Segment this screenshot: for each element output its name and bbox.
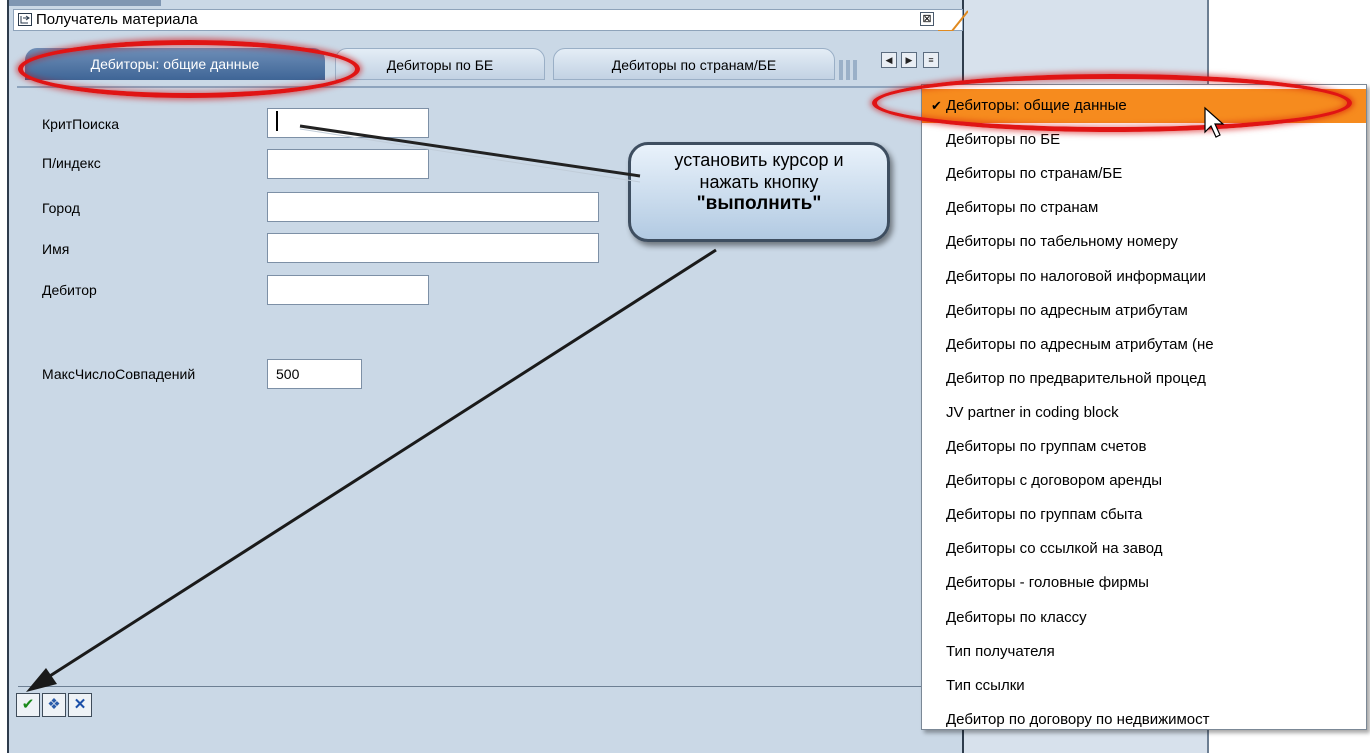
window-restore-icon xyxy=(18,13,32,26)
dropdown-item[interactable]: Дебиторы по группам счетов xyxy=(922,430,1366,464)
dropdown-item-label: Дебитор по предварительной процед xyxy=(946,369,1206,387)
execute-button[interactable]: ✔ xyxy=(16,693,40,717)
search-term-label: КритПоиска xyxy=(42,116,120,132)
dropdown-item[interactable]: Дебиторы с договором аренды xyxy=(922,464,1366,498)
tab-stub xyxy=(853,60,857,80)
dropdown-item[interactable]: Дебиторы по БЕ xyxy=(922,123,1366,157)
name-input[interactable] xyxy=(267,233,599,263)
dialog-titlebar: Получатель материала ⊠ xyxy=(13,9,968,31)
cancel-button[interactable]: ✕ xyxy=(68,693,92,717)
titlebar-corner xyxy=(938,10,968,31)
tab-debtors-by-country-company-code[interactable]: Дебиторы по странам/БЕ xyxy=(553,48,835,80)
tab-stub xyxy=(839,60,843,80)
dropdown-item[interactable]: Дебитор по договору по недвижимост xyxy=(922,703,1366,737)
name-label: Имя xyxy=(42,241,70,257)
dropdown-item-label: Дебиторы: общие данные xyxy=(946,97,1127,114)
tab-debtors-general[interactable]: Дебиторы: общие данные xyxy=(25,48,325,80)
dropdown-item[interactable]: Дебиторы по табельному номеру xyxy=(922,225,1366,259)
city-input[interactable] xyxy=(267,192,599,222)
dropdown-item-label: Дебиторы по странам xyxy=(946,199,1099,217)
dropdown-item[interactable]: Дебиторы по адресным атрибутам xyxy=(922,294,1366,328)
dropdown-item[interactable]: Дебиторы по классу xyxy=(922,601,1366,635)
tab-debtors-by-company-code[interactable]: Дебиторы по БЕ xyxy=(335,48,545,80)
dropdown-item[interactable]: Дебиторы со ссылкой на завод xyxy=(922,532,1366,566)
dropdown-item[interactable]: ✔ Дебиторы: общие данные xyxy=(922,89,1366,123)
debtor-label: Дебитор xyxy=(42,282,97,298)
max-hits-label: МаксЧислоСовпадений xyxy=(42,366,196,382)
dropdown-item-label: Дебиторы - головные фирмы xyxy=(946,574,1149,592)
dropdown-item-label: Дебиторы с договором аренды xyxy=(946,472,1163,490)
dropdown-item-label: Дебиторы со ссылкой на завод xyxy=(946,540,1163,558)
dropdown-item[interactable]: JV partner in coding block xyxy=(922,396,1366,430)
close-icon[interactable]: ⊠ xyxy=(920,12,934,26)
max-hits-input[interactable] xyxy=(267,359,362,389)
dropdown-item[interactable]: Дебиторы по налоговой информации xyxy=(922,260,1366,294)
postal-code-input[interactable] xyxy=(267,149,429,179)
dropdown-item-label: Дебиторы по налоговой информации xyxy=(946,267,1207,285)
search-help-dropdown: ✔ Дебиторы: общие данные Дебиторы по БЕ Деб… xyxy=(921,84,1367,730)
tab-scroll-left-icon[interactable]: ◀ xyxy=(881,52,897,68)
dropdown-item-label: Дебиторы по адресным атрибутам (не xyxy=(946,335,1214,353)
dropdown-item-label: Дебиторы по адресным атрибутам xyxy=(946,301,1188,319)
dropdown-item-label: JV partner in coding block xyxy=(946,403,1119,421)
instruction-callout: установить курсор и нажать кнопку "выпол… xyxy=(628,142,890,242)
material-recipient-dialog: Получатель материала ⊠ Дебиторы: общие д… xyxy=(7,0,971,753)
search-term-input[interactable] xyxy=(267,108,429,138)
checkmark-icon: ✔ xyxy=(931,98,942,113)
dropdown-item-label: Дебиторы по странам/БЕ xyxy=(946,165,1123,183)
dropdown-item[interactable]: Тип получателя xyxy=(922,635,1366,669)
dropdown-item-label: Тип ссылки xyxy=(946,676,1025,694)
dropdown-item-label: Дебиторы по группам счетов xyxy=(946,438,1147,455)
tab-divider xyxy=(17,86,963,88)
city-label: Город xyxy=(42,200,80,216)
tab-strip: Дебиторы: общие данные Дебиторы по БЕ Де… xyxy=(13,38,963,88)
tab-list-icon[interactable]: ≡ xyxy=(923,52,939,68)
dialog-top-bar xyxy=(9,0,161,6)
tab-stub xyxy=(846,60,850,80)
callout-line-2: нажать кнопку xyxy=(699,172,819,192)
dropdown-item[interactable]: Дебиторы - головные фирмы xyxy=(922,566,1366,600)
dialog-title: Получатель материала xyxy=(36,11,198,28)
postal-code-label: П/индекс xyxy=(42,155,101,171)
tab-scroll-right-icon[interactable]: ▶ xyxy=(901,52,917,68)
debtor-input[interactable] xyxy=(267,275,429,305)
dropdown-item[interactable]: Дебиторы по странам/БЕ xyxy=(922,157,1366,191)
toolbar-divider xyxy=(18,686,971,687)
dropdown-item-label: Дебитор по договору по недвижимост xyxy=(946,710,1210,728)
dropdown-item-label: Дебиторы по группам сбыта xyxy=(946,506,1143,524)
multiple-selection-button[interactable]: ❖ xyxy=(42,693,66,717)
text-cursor xyxy=(276,111,278,131)
dropdown-item-label: Дебиторы по табельному номеру xyxy=(946,233,1178,251)
dropdown-item-label: Тип получателя xyxy=(946,642,1055,660)
dropdown-item[interactable]: Дебитор по предварительной процед xyxy=(922,362,1366,396)
dropdown-item-label: Дебиторы по классу xyxy=(946,608,1087,626)
callout-line-3: "выполнить" xyxy=(696,193,822,214)
dropdown-item[interactable]: Тип ссылки xyxy=(922,669,1366,703)
dropdown-item[interactable]: Дебиторы по адресным атрибутам (не xyxy=(922,328,1366,362)
dropdown-item-label: Дебиторы по БЕ xyxy=(946,131,1061,149)
dropdown-item[interactable]: Дебиторы по группам сбыта xyxy=(922,498,1366,532)
dropdown-item[interactable]: Дебиторы по странам xyxy=(922,191,1366,225)
callout-line-1: установить курсор и xyxy=(674,150,844,170)
